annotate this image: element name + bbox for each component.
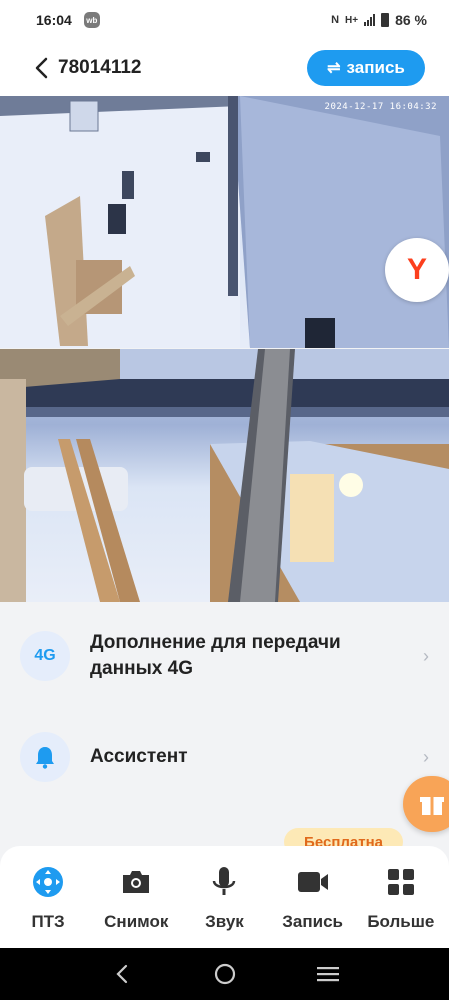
tool-ptz[interactable]: ПТЗ [6, 862, 90, 948]
network-type: H+ [345, 14, 359, 26]
system-nav-bar [0, 948, 449, 1000]
gift-icon[interactable] [403, 776, 449, 832]
tool-label: Звук [205, 912, 244, 931]
nav-home-icon[interactable] [205, 954, 245, 994]
tool-sound[interactable]: Звук [182, 862, 266, 948]
camera-timestamp: 2024-12-17 16:04:32 [324, 102, 437, 112]
feature-list: 4G Дополнение для передачи данных 4G › А… [0, 602, 449, 856]
nav-recents-icon[interactable] [308, 954, 348, 994]
tool-label: Запись [282, 912, 344, 931]
list-item-label: Дополнение для передачи данных 4G [90, 632, 341, 679]
record-button[interactable]: ⇌ запись [307, 50, 425, 86]
wb-app-icon: wb [83, 12, 100, 28]
nav-back-icon[interactable] [102, 954, 142, 994]
device-title: 78014112 [58, 57, 142, 78]
status-time: 16:04 [36, 12, 72, 28]
list-item-label: Ассистент [90, 746, 188, 767]
status-bar: 16:04 wb N H+ 86 % [0, 0, 449, 40]
list-item-4g-addon[interactable]: 4G Дополнение для передачи данных 4G › [0, 630, 449, 682]
tool-label: Снимок [104, 912, 169, 931]
tool-label: Больше [367, 912, 435, 931]
tool-label: ПТЗ [31, 912, 65, 931]
bottom-toolbar: ПТЗ Снимок Звук Запись Больше [0, 846, 449, 948]
ptz-icon [28, 862, 68, 902]
tool-record[interactable]: Запись [271, 862, 355, 948]
tool-more[interactable]: Больше [359, 862, 443, 948]
chevron-right-icon: › [423, 746, 429, 767]
app-screen: 16:04 wb N H+ 86 % 78014112 ⇌ запись 202… [0, 0, 449, 1000]
signal-icon [364, 14, 376, 26]
list-item-assistant[interactable]: Ассистент › [0, 732, 449, 782]
switch-icon: ⇌ [327, 60, 341, 77]
4g-icon: 4G [20, 631, 70, 681]
camera-view-2[interactable] [0, 349, 449, 602]
back-icon[interactable] [30, 57, 52, 79]
header: 78014112 ⇌ запись [0, 40, 449, 96]
bell-icon [20, 732, 70, 782]
nfc-icon: N [331, 14, 340, 26]
yandex-logo-letter: Y [406, 253, 427, 286]
record-button-label: запись [346, 58, 405, 77]
tool-snapshot[interactable]: Снимок [94, 862, 178, 948]
camera-icon [116, 862, 156, 902]
grid-icon [381, 862, 421, 902]
microphone-icon [204, 862, 244, 902]
yandex-logo-icon[interactable]: Y [385, 238, 449, 302]
battery-icon [381, 13, 390, 27]
chevron-right-icon: › [423, 645, 429, 666]
video-icon [293, 862, 333, 902]
status-indicators: N H+ 86 % [331, 12, 427, 28]
camera-view-1[interactable]: 2024-12-17 16:04:32 Y [0, 96, 449, 348]
battery-percent: 86 % [395, 12, 427, 28]
